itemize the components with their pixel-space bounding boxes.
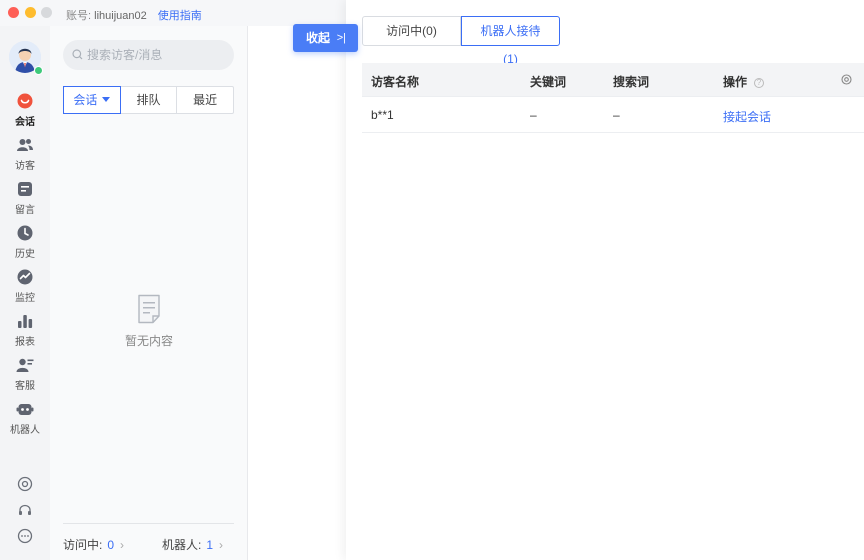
column-header: 关键词 (530, 75, 567, 89)
tab-queue[interactable]: 排队 (119, 87, 177, 113)
nav-item-monitor[interactable]: 监控 (0, 268, 50, 308)
table-header: 访客名称 关键词 搜索词 操作? (362, 63, 864, 97)
nav-item-messages[interactable]: 留言 (0, 180, 50, 220)
user-guide-link[interactable]: 使用指南 (158, 10, 202, 22)
conversation-list-pane: 会话 排队 最近 暂无内容 访问中: 0 › 机器人: 1 › (50, 26, 248, 560)
list-tabs: 会话 排队 最近 (63, 86, 234, 114)
table-row: b**1 – – 接起会话 (362, 97, 864, 133)
history-icon (17, 225, 33, 241)
settings-icon[interactable] (17, 476, 33, 492)
accept-chat-link[interactable]: 接起会话 (723, 108, 771, 125)
nav-label: 留言 (15, 205, 35, 216)
robot-count: 1 (206, 538, 214, 552)
column-header: 搜索词 (613, 75, 650, 89)
nav-label: 历史 (15, 249, 35, 260)
column-settings-icon[interactable] (841, 74, 852, 85)
column-header: 访客名称 (371, 75, 420, 89)
search-icon (72, 49, 83, 60)
nav-label: 会话 (15, 117, 35, 128)
empty-state: 暂无内容 (50, 294, 248, 349)
message-icon (18, 182, 32, 196)
account-name: lihuijuan02 (94, 10, 147, 22)
help-icon[interactable]: ? (754, 78, 765, 88)
visitor-table: 访客名称 关键词 搜索词 操作? b**1 – – 接起会话 (362, 63, 864, 133)
visiting-count-link[interactable]: 访问中: 0 › (63, 536, 124, 553)
nav-item-agents[interactable]: 客服 (0, 356, 50, 396)
online-status-dot (34, 66, 43, 75)
headset-icon[interactable] (17, 502, 33, 518)
visitor-tabs: 访问中(0) 机器人接待(1) (362, 16, 560, 66)
visitor-panel: 访问中(0) 机器人接待(1) 访客名称 关键词 搜索词 操作? b**1 – … (346, 0, 864, 560)
tab-label: 会话 (73, 93, 98, 107)
robot-icon (16, 404, 34, 415)
window-maximize-button[interactable] (41, 7, 52, 18)
nav-label: 报表 (15, 337, 35, 348)
visitors-icon (17, 139, 33, 151)
search-box (63, 40, 234, 70)
nav-item-history[interactable]: 历史 (0, 224, 50, 264)
visiting-count: 0 (107, 538, 115, 552)
empty-text: 暂无内容 (124, 334, 173, 348)
nav-label: 访客 (15, 161, 35, 172)
nav-item-report[interactable]: 报表 (0, 312, 50, 352)
robot-label: 机器人: (162, 538, 202, 552)
account-info: 账号: lihuijuan02 使用指南 (66, 7, 202, 23)
tab-recent[interactable]: 最近 (176, 87, 233, 113)
visitor-search-term: – (613, 108, 620, 122)
monitor-icon (17, 269, 33, 285)
sidebar-nav: 会话 访客 留言 历史 监控 报表 客服 机器人 (0, 26, 50, 560)
nav-item-chat[interactable]: 会话 (0, 92, 50, 132)
empty-document-icon (138, 294, 160, 324)
nav-item-robot[interactable]: 机器人 (0, 400, 50, 440)
visitor-keyword: – (530, 108, 537, 122)
collapse-button[interactable]: 收起 >| (293, 24, 358, 52)
window-minimize-button[interactable] (25, 7, 36, 18)
nav-label: 监控 (15, 293, 35, 304)
collapse-arrow-icon: >| (336, 32, 346, 44)
collapse-label: 收起 (306, 31, 331, 45)
visiting-label: 访问中: (63, 538, 103, 552)
nav-label: 客服 (15, 381, 35, 392)
chat-area (248, 26, 346, 560)
nav-label: 机器人 (10, 425, 40, 436)
chevron-right-icon: › (120, 538, 125, 552)
tab-visiting[interactable]: 访问中(0) (362, 16, 461, 46)
robot-count-link[interactable]: 机器人: 1 › (162, 536, 223, 553)
visitor-name: b**1 (371, 108, 394, 122)
chat-icon (17, 93, 33, 109)
tab-chat[interactable]: 会话 (63, 86, 121, 114)
search-input[interactable] (87, 46, 227, 64)
column-header-action: 操作? (723, 73, 765, 90)
window-close-button[interactable] (8, 7, 19, 18)
tab-robot-reception[interactable]: 机器人接待(1) (461, 16, 560, 66)
nav-item-visitors[interactable]: 访客 (0, 136, 50, 176)
column-header: 操作 (723, 75, 748, 89)
chevron-down-icon (102, 97, 111, 102)
report-icon (18, 315, 33, 328)
agent-icon (16, 358, 34, 372)
more-icon[interactable] (17, 528, 33, 544)
list-footer: 访问中: 0 › 机器人: 1 › (63, 523, 234, 560)
chevron-right-icon: › (219, 538, 224, 552)
account-label: 账号: (66, 10, 92, 22)
